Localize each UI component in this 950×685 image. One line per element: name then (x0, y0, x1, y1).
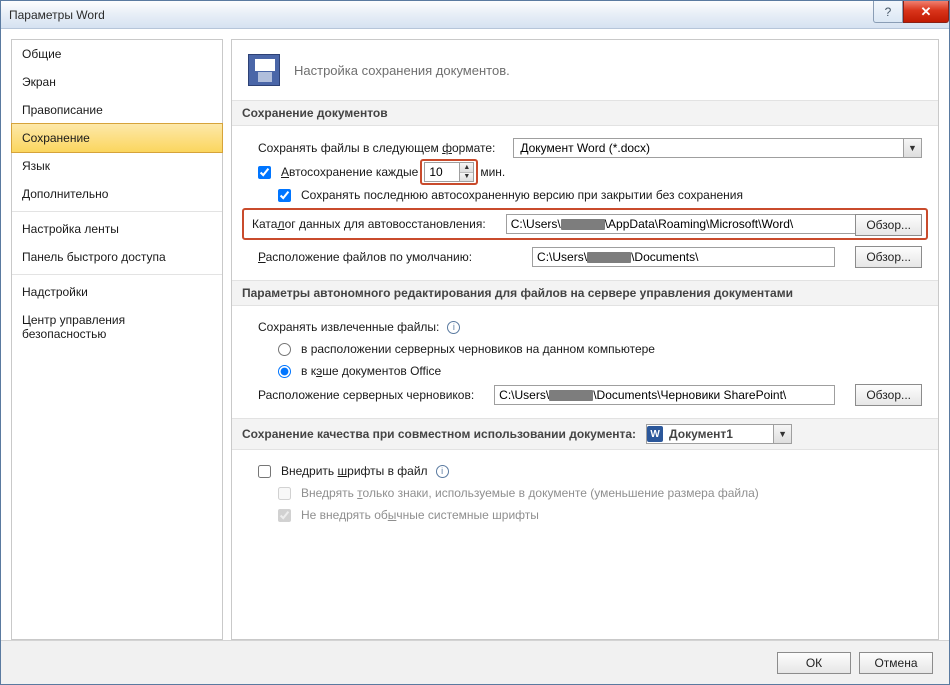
chevron-down-icon[interactable]: ▼ (903, 139, 921, 157)
dialog-footer: ОК Отмена (1, 640, 949, 684)
close-button[interactable]: ✕ (903, 1, 949, 23)
titlebar: Параметры Word ? ✕ (1, 1, 949, 29)
sidebar-item-language[interactable]: Язык (12, 152, 222, 180)
titlebar-buttons: ? ✕ (873, 1, 949, 23)
content-panel: Настройка сохранения документов. Сохране… (231, 39, 939, 640)
highlight-recover-row: Каталог данных для автовосстановления: C… (242, 208, 928, 240)
default-path-input[interactable]: C:\Users\\Documents\ (532, 247, 835, 267)
cancel-button[interactable]: Отмена (859, 652, 933, 674)
keeplast-checkbox[interactable] (278, 189, 291, 202)
chevron-down-icon[interactable]: ▼ (773, 425, 791, 443)
sidebar-item-proofing[interactable]: Правописание (12, 96, 222, 124)
no-common-fonts-checkbox (278, 509, 291, 522)
info-icon[interactable]: i (447, 321, 460, 334)
word-doc-icon: W (647, 426, 663, 442)
embed-only-used-checkbox (278, 487, 291, 500)
sidebar-separator (12, 274, 222, 275)
opt-cache-radio[interactable] (278, 365, 291, 378)
spin-up-icon[interactable]: ▲ (460, 163, 473, 173)
autosave-label: Автосохранение каждые (281, 165, 418, 179)
sidebar-item-trust[interactable]: Центр управления безопасностью (12, 306, 222, 348)
save-icon (248, 54, 280, 86)
options-dialog: Параметры Word ? ✕ Общие Экран Правописа… (0, 0, 950, 685)
sidebar-item-general[interactable]: Общие (12, 40, 222, 68)
info-icon[interactable]: i (436, 465, 449, 478)
opt-server-radio[interactable] (278, 343, 291, 356)
sharing-title: Сохранение качества при совместном испол… (242, 427, 636, 441)
browse-recover-button[interactable]: Обзор... (855, 214, 922, 236)
category-sidebar: Общие Экран Правописание Сохранение Язык… (11, 39, 223, 640)
autosave-checkbox[interactable] (258, 166, 271, 179)
sharing-doc-value: Документ1 (663, 427, 773, 441)
help-button[interactable]: ? (873, 1, 903, 23)
section-sharing: Сохранение качества при совместном испол… (232, 418, 938, 450)
ok-button[interactable]: ОК (777, 652, 851, 674)
spin-down-icon[interactable]: ▼ (460, 173, 473, 182)
embed-only-used-label: Внедрять только знаки, используемые в до… (301, 486, 759, 500)
embed-fonts-checkbox[interactable] (258, 465, 271, 478)
sidebar-item-display[interactable]: Экран (12, 68, 222, 96)
browse-drafts-button[interactable]: Обзор... (855, 384, 922, 406)
checkedout-label: Сохранять извлеченные файлы: (258, 320, 439, 334)
no-common-fonts-label: Не внедрять обычные системные шрифты (301, 508, 539, 522)
autosave-interval-spinner[interactable]: ▲▼ (424, 162, 474, 182)
recover-label: Каталог данных для автовосстановления: (252, 217, 486, 231)
format-combo[interactable]: Документ Word (*.docx) ▼ (513, 138, 922, 158)
section-offline: Параметры автономного редактирования для… (232, 280, 938, 306)
autosave-interval-input[interactable] (425, 163, 459, 181)
sidebar-item-addins[interactable]: Надстройки (12, 278, 222, 306)
sidebar-item-advanced[interactable]: Дополнительно (12, 180, 222, 208)
section-save-documents: Сохранение документов (232, 100, 938, 126)
sidebar-separator (12, 211, 222, 212)
sidebar-item-ribbon[interactable]: Настройка ленты (12, 215, 222, 243)
sidebar-item-save[interactable]: Сохранение (11, 123, 223, 153)
sidebar-item-qat[interactable]: Панель быстрого доступа (12, 243, 222, 271)
window-title: Параметры Word (9, 8, 105, 22)
default-loc-label: Расположение файлов по умолчанию: (258, 250, 472, 264)
autosave-unit: мин. (480, 165, 505, 179)
page-header: Настройка сохранения документов. (294, 63, 510, 78)
drafts-label: Расположение серверных черновиков: (258, 388, 474, 402)
browse-default-button[interactable]: Обзор... (855, 246, 922, 268)
opt-cache-label: в кэше документов Office (301, 364, 441, 378)
format-value: Документ Word (*.docx) (514, 141, 903, 155)
format-label: Сохранять файлы в следующем формате: (258, 141, 495, 155)
drafts-path-input[interactable]: C:\Users\\Documents\Черновики SharePoint… (494, 385, 835, 405)
sharing-doc-combo[interactable]: W Документ1 ▼ (646, 424, 792, 444)
embed-fonts-label: Внедрить шрифты в файл (281, 464, 428, 478)
opt-server-label: в расположении серверных черновиков на д… (301, 342, 655, 356)
keeplast-label: Сохранять последнюю автосохраненную верс… (301, 188, 743, 202)
highlight-interval: ▲▼ (420, 159, 478, 185)
